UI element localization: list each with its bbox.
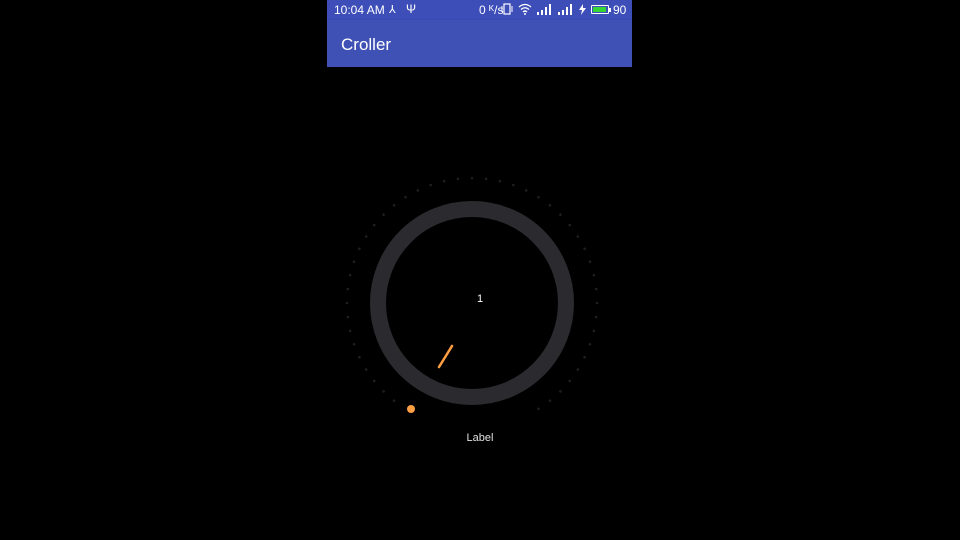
track-dot (364, 235, 368, 238)
track-dot (346, 287, 350, 291)
track-dot (416, 189, 420, 192)
track-dot (404, 195, 407, 199)
track-dot (576, 368, 580, 371)
track-dot (537, 407, 540, 411)
track-dot (484, 177, 488, 181)
track-dot (456, 177, 460, 181)
track-dot (548, 203, 552, 207)
croller-dial[interactable] (0, 0, 960, 540)
track-dot (588, 342, 592, 346)
track-dot (559, 213, 562, 216)
track-dot (592, 329, 596, 333)
track-dot (348, 329, 352, 333)
track-dot (498, 179, 502, 183)
track-dot (364, 368, 368, 371)
track-dot (537, 195, 540, 199)
track-dot (352, 342, 356, 346)
track-dot (588, 260, 592, 264)
track-dot (382, 213, 385, 216)
track-dot (346, 315, 350, 319)
track-dot (392, 203, 396, 207)
track-dot (345, 301, 349, 305)
knob-value: 1 (476, 293, 484, 305)
track-dot (568, 379, 572, 383)
track-dot (442, 179, 446, 183)
track-dot (429, 183, 433, 187)
track-dot (358, 355, 361, 359)
track-dot (583, 247, 586, 251)
knob-needle (437, 344, 454, 369)
track-dot (594, 315, 598, 319)
track-dot (358, 247, 361, 251)
track-dot (392, 399, 396, 403)
track-dot (548, 399, 552, 403)
track-dot (568, 223, 572, 227)
track-dot (559, 390, 562, 393)
track-dot (524, 189, 528, 192)
track-dot (382, 390, 385, 393)
track-dot (348, 273, 352, 277)
track-dot (372, 379, 376, 383)
track-dot (372, 223, 376, 227)
track-dot (352, 260, 356, 264)
track-dot (583, 355, 586, 359)
track-dot (595, 301, 599, 305)
track-dot (511, 183, 515, 187)
progress-indicator-dot (407, 405, 415, 413)
track-dot (592, 273, 596, 277)
croller-knob[interactable]: 1 Label (0, 0, 960, 540)
track-dot (470, 176, 474, 180)
track-dot (594, 287, 598, 291)
knob-label: Label (466, 432, 494, 444)
track-dot (576, 235, 580, 238)
